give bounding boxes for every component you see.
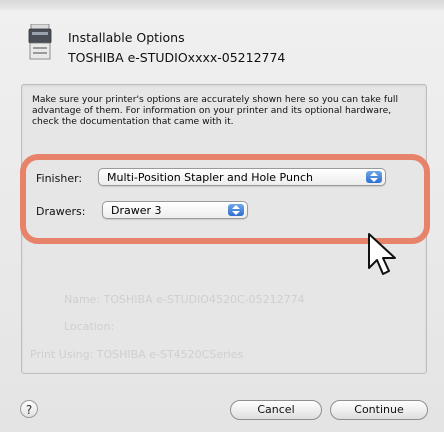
continue-button[interactable]: Continue [330, 400, 428, 420]
drawers-popup[interactable]: Drawer 3 [102, 201, 248, 219]
mouse-pointer-icon [368, 233, 396, 275]
printer-icon [28, 24, 52, 60]
finisher-label: Finisher: [36, 172, 83, 185]
popup-stepper-icon [228, 204, 244, 216]
background-location-field: Location: [64, 320, 115, 333]
background-toolbar [0, 0, 444, 10]
cancel-button[interactable]: Cancel [230, 400, 322, 420]
printer-name: TOSHIBA e-STUDIOxxxx-05212774 [68, 50, 286, 65]
instructions-text: Make sure your printer's options are acc… [32, 94, 398, 127]
drawers-value: Drawer 3 [111, 204, 162, 217]
finisher-popup[interactable]: Multi-Position Stapler and Hole Punch [98, 168, 386, 186]
help-button[interactable]: ? [20, 400, 38, 418]
finisher-value: Multi-Position Stapler and Hole Punch [107, 171, 313, 184]
installable-options-sheet: Installable Options TOSHIBA e-STUDIOxxxx… [0, 0, 444, 432]
background-print-using-field: Print Using: TOSHIBA e-ST4520CSeries [30, 348, 244, 361]
drawers-label: Drawers: [36, 205, 86, 218]
background-name-field: Name: TOSHIBA e-STUDIO4520C-05212774 [64, 293, 305, 306]
popup-stepper-icon [366, 171, 382, 183]
dialog-title: Installable Options [68, 30, 185, 45]
